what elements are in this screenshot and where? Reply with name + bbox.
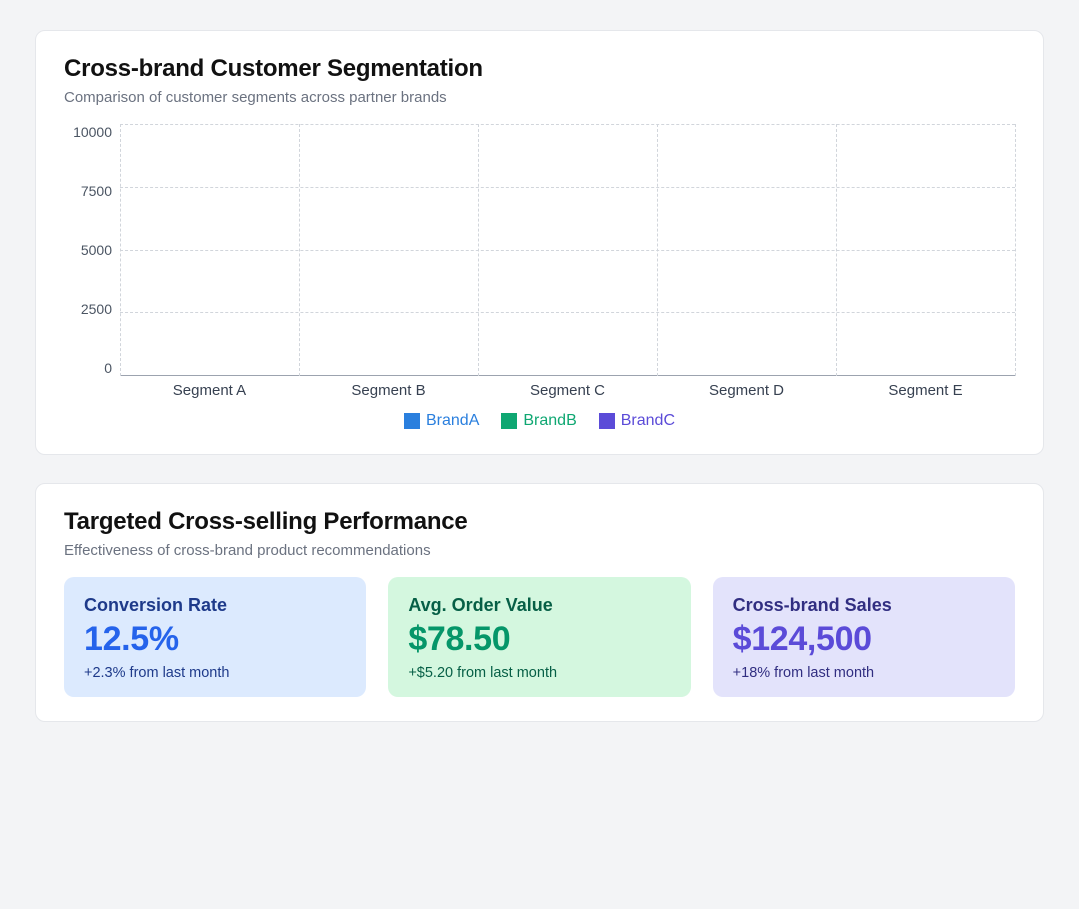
kpi-title: Conversion Rate — [84, 595, 346, 616]
perf-subtitle: Effectiveness of cross-brand product rec… — [64, 542, 1015, 559]
kpi-title: Cross-brand Sales — [733, 595, 995, 616]
kpi-card: Conversion Rate 12.5% +2.3% from last mont… — [64, 577, 366, 697]
kpi-card: Avg. Order Value $78.50 +$5.20 from last m… — [388, 577, 690, 697]
legend-swatch — [404, 413, 420, 429]
legend-item[interactable]: BrandA — [404, 412, 479, 430]
legend-item[interactable]: BrandB — [501, 412, 576, 430]
y-axis: 10000 7500 5000 2500 0 — [64, 124, 120, 404]
x-tick: Segment B — [299, 382, 478, 399]
performance-panel: Targeted Cross-selling Performance Effec… — [35, 483, 1044, 722]
legend-swatch — [501, 413, 517, 429]
y-tick: 0 — [64, 360, 112, 376]
y-tick: 5000 — [64, 242, 112, 258]
kpi-delta: +18% from last month — [733, 665, 995, 681]
segmentation-panel: Cross-brand Customer Segmentation Compar… — [35, 30, 1044, 455]
kpi-value: $124,500 — [733, 620, 995, 659]
kpi-row: Conversion Rate 12.5% +2.3% from last mont… — [64, 577, 1015, 697]
bar-chart: 100007500500025000 Segment ASegment BSeg… — [64, 124, 1015, 404]
kpi-value: $78.50 — [408, 620, 670, 659]
chart-subtitle: Comparison of customer segments across p… — [64, 89, 1015, 106]
chart-title: Cross-brand Customer Segmentation — [64, 55, 1015, 83]
x-tick: Segment D — [657, 382, 836, 399]
kpi-delta: +2.3% from last month — [84, 665, 346, 681]
plot-area: Segment ASegment BSegment CSegment DSegm… — [120, 124, 1015, 404]
perf-title: Targeted Cross-selling Performance — [64, 508, 1015, 536]
legend: BrandA BrandB BrandC — [64, 412, 1015, 430]
x-tick: Segment A — [120, 382, 299, 399]
kpi-delta: +$5.20 from last month — [408, 665, 670, 681]
legend-label: BrandC — [621, 412, 675, 430]
y-tick: 2500 — [64, 301, 112, 317]
legend-label: BrandB — [523, 412, 576, 430]
x-tick: Segment E — [836, 382, 1015, 399]
x-tick: Segment C — [478, 382, 657, 399]
legend-label: BrandA — [426, 412, 479, 430]
y-tick: 10000 — [64, 124, 112, 140]
y-tick: 7500 — [64, 183, 112, 199]
legend-swatch — [599, 413, 615, 429]
x-axis: Segment ASegment BSegment CSegment DSegm… — [120, 376, 1015, 404]
legend-item[interactable]: BrandC — [599, 412, 675, 430]
kpi-title: Avg. Order Value — [408, 595, 670, 616]
bars-row — [120, 124, 1015, 376]
kpi-card: Cross-brand Sales $124,500 +18% from last … — [713, 577, 1015, 697]
kpi-value: 12.5% — [84, 620, 346, 659]
